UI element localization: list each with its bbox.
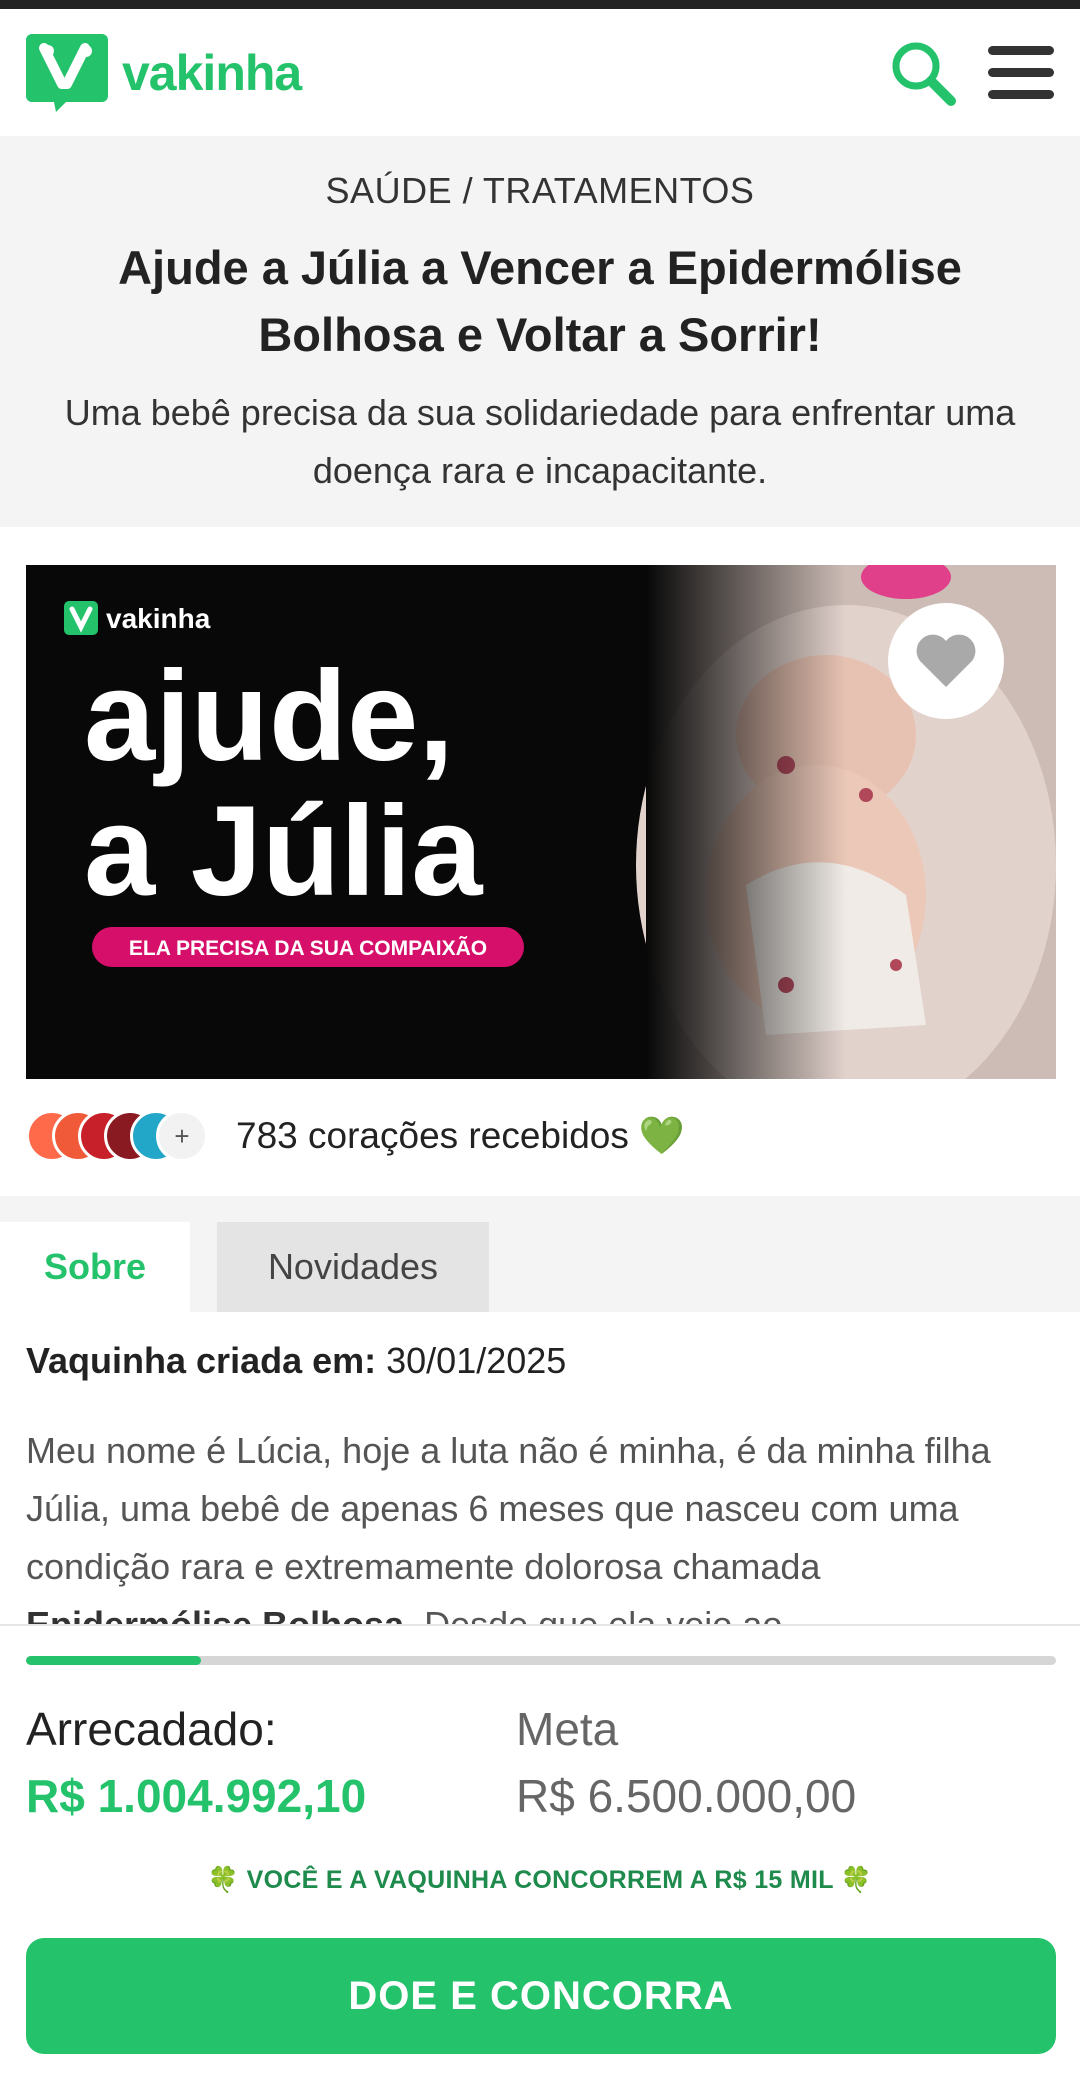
logo[interactable]: vakinha — [26, 33, 302, 112]
campaign-banner: vakinha ajude, a Júlia ELA PRECISA DA SU… — [26, 565, 1056, 1079]
created-label: Vaquinha criada em: — [26, 1340, 377, 1381]
menu-icon[interactable] — [988, 44, 1054, 102]
green-heart-icon: 💚 — [638, 1114, 685, 1156]
goal-value: R$ 6.500.000,00 — [516, 1770, 857, 1822]
raised-label: Arrecadado: — [26, 1703, 277, 1755]
campaign-title: Ajude a Júlia a Vencer a Epidermólise Bo… — [118, 241, 962, 361]
created-date: 30/01/2025 — [386, 1340, 567, 1381]
tab-sobre[interactable]: Sobre — [0, 1222, 190, 1312]
banner-image: vakinha ajude, a Júlia ELA PRECISA DA SU… — [26, 565, 1056, 1079]
search-icon[interactable] — [888, 38, 958, 108]
donation-panel: Arrecadado: R$ 1.004.992,10 Meta R$ 6.50… — [0, 1624, 1080, 2078]
created-date-line: Vaquinha criada em: 30/01/2025 — [26, 1340, 566, 1382]
status-bar — [0, 0, 1080, 9]
banner-tagline: ELA PRECISA DA SUA COMPAIXÃO — [129, 937, 487, 960]
promo-text: VOCÊ E A VAQUINHA CONCORREM A R$ 15 MIL — [246, 1866, 834, 1894]
hearts-count-text: 783 corações recebidos — [236, 1115, 629, 1156]
story-text-continued: . Desde que ela veio ao — [404, 1604, 783, 1626]
logo-text: vakinha — [122, 44, 302, 101]
donation-progress-fill — [26, 1656, 202, 1665]
campaign-subtitle: Uma bebê precisa da sua solidariedade pa… — [64, 392, 1016, 491]
site-header: vakinha — [0, 9, 1080, 136]
story-highlight: Epidermólise Bolhosa — [26, 1604, 405, 1626]
category-breadcrumb[interactable]: SAÚDE / TRATAMENTOS — [36, 170, 1044, 212]
more-avatars-badge: + — [156, 1110, 208, 1162]
tab-novidades[interactable]: Novidades — [217, 1222, 489, 1312]
promo-banner: 🍀 VOCÊ E A VAQUINHA CONCORREM A R$ 15 MI… — [0, 1866, 1080, 1895]
story-text: Meu nome é Lúcia, hoje a luta não é minh… — [26, 1430, 991, 1587]
clover-icon: 🍀 — [207, 1866, 240, 1894]
goal-label: Meta — [516, 1703, 619, 1755]
hearts-summary: + 783 corações recebidos 💚 — [26, 1105, 685, 1167]
donor-avatars: + — [26, 1110, 208, 1162]
vakinha-logo-icon — [26, 33, 108, 112]
clover-icon: 🍀 — [840, 1866, 873, 1894]
campaign-story: Meu nome é Lúcia, hoje a luta não é minh… — [26, 1422, 1056, 1626]
banner-headline-line1: ajude, — [84, 645, 454, 788]
donation-progress-bar — [26, 1656, 1056, 1665]
banner-headline-line2: a Júlia — [84, 780, 483, 923]
banner-logo-text: vakinha — [106, 603, 211, 634]
campaign-hero: SAÚDE / TRATAMENTOS Ajude a Júlia a Venc… — [0, 136, 1080, 527]
raised-value: R$ 1.004.992,10 — [26, 1770, 367, 1822]
donate-button[interactable]: DOE E CONCORRA — [26, 1938, 1056, 2054]
